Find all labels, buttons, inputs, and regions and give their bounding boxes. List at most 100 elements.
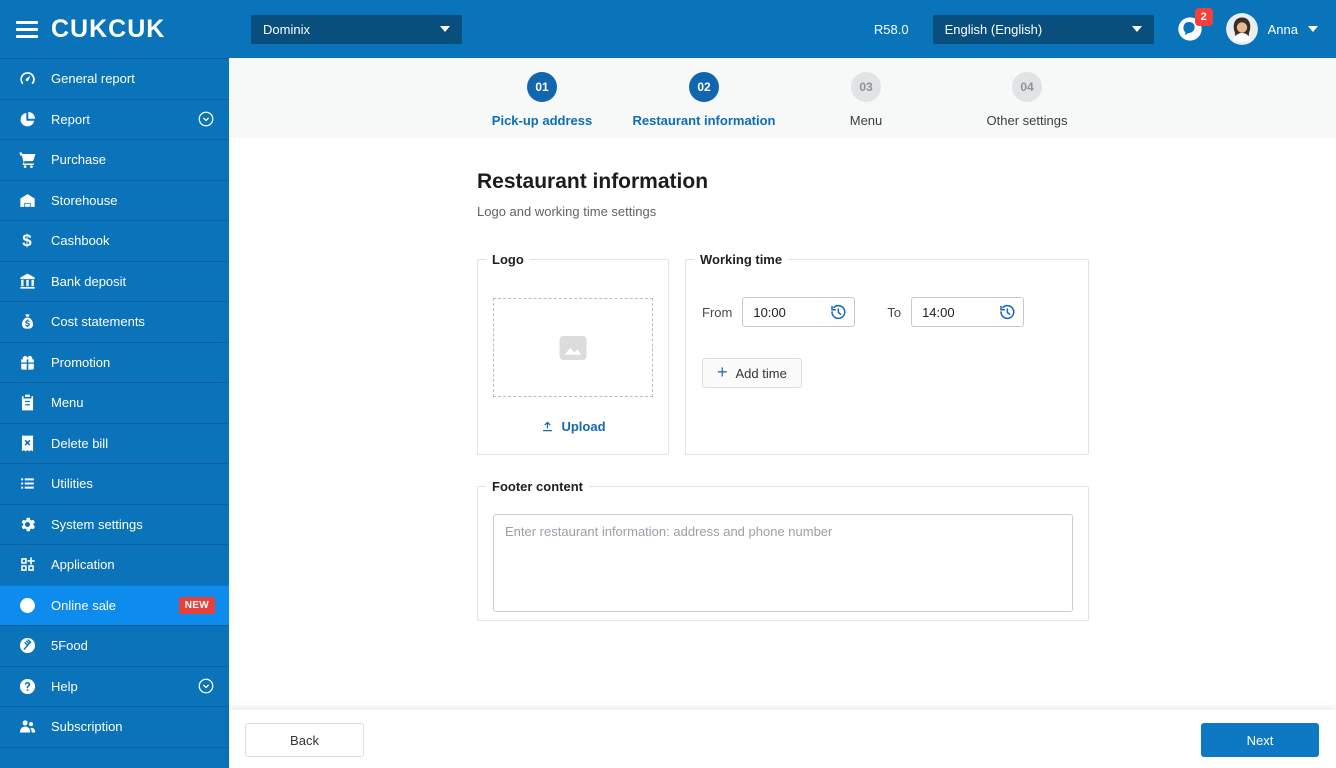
sidebar-item-label: Application: [51, 557, 115, 573]
step-label: Pick-up address: [491, 113, 593, 128]
branch-selector-value: Dominix: [263, 21, 310, 37]
sidebar-item-label: Delete bill: [51, 435, 109, 451]
logo-legend: Logo: [492, 252, 524, 267]
sidebar-item-system-settings[interactable]: System settings: [0, 503, 229, 545]
next-button[interactable]: Next: [1201, 723, 1319, 757]
clipboard-icon: [16, 393, 38, 412]
sidebar-item-cost-statements[interactable]: Cost statements: [0, 301, 229, 342]
user-avatar[interactable]: [1225, 13, 1258, 45]
sidebar-item-label: Purchase: [51, 152, 106, 168]
chevron-down-circle-icon[interactable]: [197, 677, 215, 695]
from-label: From: [702, 304, 733, 320]
globe-icon: [16, 596, 38, 615]
footer-content-legend: Footer content: [492, 479, 583, 494]
sidebar-item-general-report[interactable]: General report: [0, 58, 229, 99]
add-time-button[interactable]: + Add time: [702, 358, 802, 388]
step-number: 01: [527, 72, 557, 102]
step-label: Other settings: [986, 113, 1068, 128]
footer-content-fieldset: Footer content: [477, 479, 1089, 621]
sidebar-item-5food[interactable]: 5Food: [0, 625, 229, 666]
caret-down-icon: [1131, 26, 1142, 32]
chevron-down-circle-icon[interactable]: [197, 110, 215, 128]
upload-button[interactable]: Upload: [478, 419, 668, 434]
sidebar-item-menu[interactable]: Menu: [0, 382, 229, 423]
step-number: 03: [851, 72, 881, 102]
bank-icon: [16, 272, 38, 291]
logo-fieldset: Logo Upload: [477, 252, 669, 455]
sidebar-item-subscription[interactable]: Subscription: [0, 706, 229, 747]
step-menu[interactable]: 03 Menu: [776, 72, 956, 128]
app-logo: CUKCUK: [51, 14, 166, 43]
new-badge: NEW: [178, 596, 215, 614]
grid-plus-icon: [16, 555, 38, 574]
footer-content-textarea[interactable]: [493, 514, 1073, 612]
sidebar-item-label: Cost statements: [51, 314, 145, 330]
version-label: R58.0: [873, 21, 909, 37]
notification-count-badge: 2: [1194, 8, 1213, 26]
5food-icon: [16, 636, 38, 655]
sidebar-item-cashbook[interactable]: $ Cashbook: [0, 220, 229, 261]
notification-button[interactable]: 2: [1176, 8, 1213, 43]
language-selector-value: English (English): [944, 21, 1043, 37]
main-content: Restaurant information Logo and working …: [229, 138, 1336, 710]
sidebar-item-utilities[interactable]: Utilities: [0, 463, 229, 504]
cart-icon: [16, 150, 38, 169]
caret-down-icon: [1308, 26, 1318, 32]
sidebar-item-delete-bill[interactable]: Delete bill: [0, 422, 229, 464]
hamburger-menu-icon[interactable]: [16, 20, 38, 38]
upload-icon: [543, 421, 553, 432]
working-time-legend: Working time: [700, 252, 783, 267]
sidebar-item-report[interactable]: Report: [0, 98, 229, 140]
step-other-settings[interactable]: 04 Other settings: [937, 72, 1117, 128]
sidebar-filler: [0, 746, 229, 768]
warehouse-icon: [16, 191, 38, 210]
sidebar-item-label: Report: [51, 111, 91, 127]
user-name: Anna: [1267, 21, 1298, 37]
time-history-icon[interactable]: [829, 303, 847, 321]
question-icon: [16, 677, 38, 696]
gauge-icon: [16, 69, 38, 88]
sidebar-item-label: Help: [51, 678, 78, 694]
add-time-label: Add time: [735, 365, 787, 381]
step-pickup-address[interactable]: 01 Pick-up address: [452, 72, 632, 128]
logo-dropzone[interactable]: [493, 298, 653, 397]
sidebar-item-label: System settings: [51, 516, 143, 532]
sidebar: CUKCUK General report Report Purchase St…: [0, 0, 229, 768]
sidebar-item-bank-deposit[interactable]: Bank deposit: [0, 260, 229, 302]
upload-label: Upload: [561, 419, 606, 434]
pie-chart-icon: [16, 110, 38, 129]
sidebar-item-online-sale[interactable]: Online sale NEW: [0, 584, 229, 625]
gift-icon: [16, 353, 38, 372]
receipt-delete-icon: [16, 434, 38, 453]
dollar-icon: $: [22, 231, 32, 251]
to-label: To: [887, 304, 902, 320]
page-title: Restaurant information: [477, 170, 709, 193]
plus-icon: +: [717, 362, 728, 382]
step-restaurant-information[interactable]: 02 Restaurant information: [614, 72, 794, 128]
step-label: Restaurant information: [632, 113, 776, 128]
language-selector-dropdown[interactable]: English (English): [932, 14, 1154, 44]
sidebar-item-label: Bank deposit: [51, 273, 127, 289]
sidebar-menu: General report Report Purchase Storehous…: [0, 58, 229, 768]
sidebar-item-promotion[interactable]: Promotion: [0, 341, 229, 383]
topbar: Dominix R58.0 English (English) 2 Anna: [229, 0, 1336, 58]
sidebar-item-label: Storehouse: [51, 192, 118, 208]
caret-down-icon: [440, 26, 450, 32]
branch-selector-dropdown[interactable]: Dominix: [251, 14, 462, 44]
back-button[interactable]: Back: [245, 723, 364, 757]
time-history-icon[interactable]: [998, 303, 1016, 321]
wizard-stepper: 01 Pick-up address 02 Restaurant informa…: [229, 58, 1336, 146]
sidebar-item-label: Menu: [51, 395, 84, 411]
step-number: 04: [1012, 72, 1042, 102]
list-icon: [16, 474, 38, 493]
sidebar-item-storehouse[interactable]: Storehouse: [0, 179, 229, 221]
sidebar-item-help[interactable]: Help: [0, 665, 229, 707]
user-menu-dropdown[interactable]: [1298, 26, 1318, 32]
page-subtitle: Logo and working time settings: [477, 204, 657, 219]
sidebar-item-label: Promotion: [51, 354, 111, 370]
sidebar-item-label: Online sale: [51, 597, 117, 613]
sidebar-item-application[interactable]: Application: [0, 544, 229, 585]
people-icon: [16, 717, 38, 736]
sidebar-item-purchase[interactable]: Purchase: [0, 139, 229, 180]
sidebar-item-label: Utilities: [51, 476, 93, 492]
